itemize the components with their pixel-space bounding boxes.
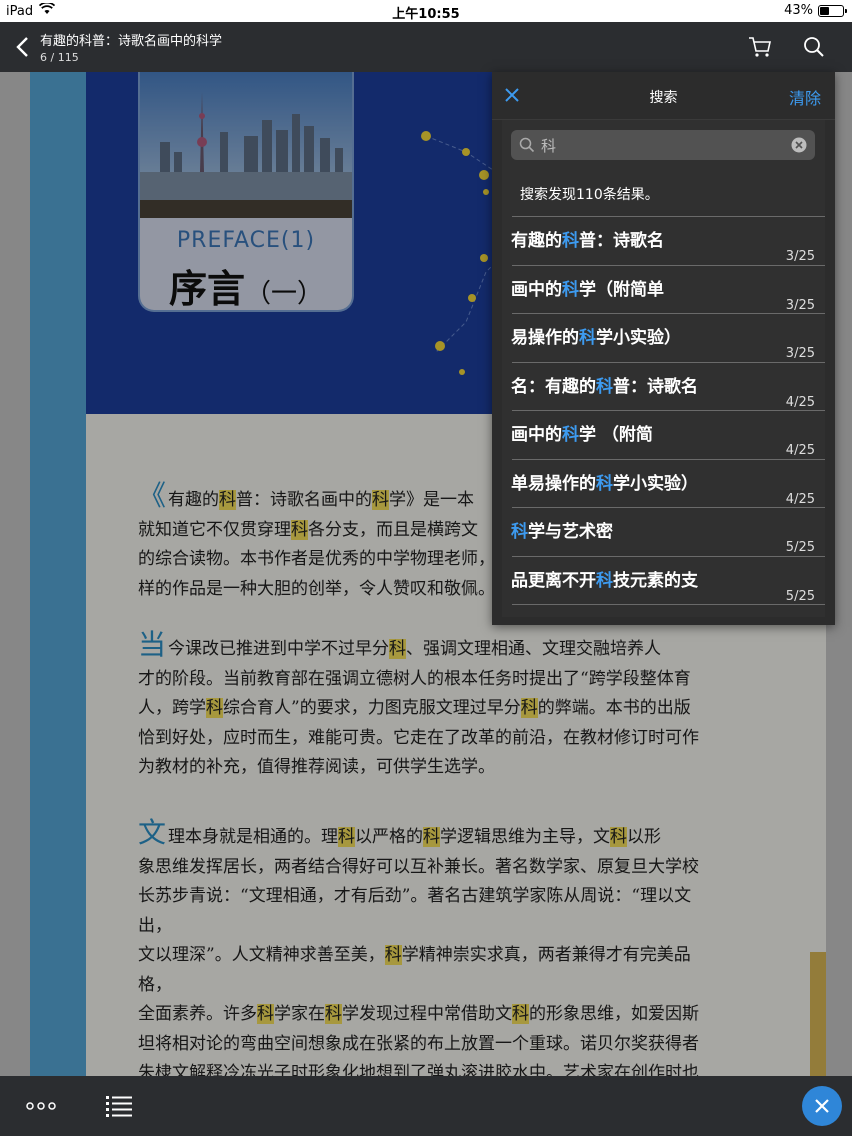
- status-bar: iPad 上午10:55 43%: [0, 0, 852, 22]
- search-input[interactable]: [541, 134, 781, 156]
- close-search-fab[interactable]: [802, 1086, 842, 1126]
- search-result-item[interactable]: 画中的科学 （附简 4/25: [502, 411, 825, 460]
- search-result-page: 4/25: [785, 491, 815, 507]
- page-counter: 6 / 115: [40, 51, 79, 64]
- search-field[interactable]: [511, 130, 815, 160]
- search-result-text: 名：有趣的科普：诗歌名: [511, 376, 698, 397]
- search-result-page: 3/25: [785, 249, 815, 264]
- search-result-item[interactable]: 画中的科学（附简单 3/25: [502, 266, 825, 314]
- search-result-text: 品更离不开科技元素的支: [511, 570, 698, 591]
- search-panel: 搜索 清除 搜索发现110条结果。 有趣的科普：诗歌名3/25画中的科学（附简单…: [492, 72, 835, 625]
- search-result-page: 3/25: [785, 297, 815, 313]
- battery-percent: 43%: [784, 3, 813, 18]
- battery-icon: [818, 4, 847, 17]
- search-icon: [519, 137, 535, 153]
- search-panel-body: 搜索发现110条结果。 有趣的科普：诗歌名3/25画中的科学（附简单3/25易操…: [502, 120, 825, 617]
- search-result-text: 画中的科学（附简单: [511, 279, 664, 300]
- bottom-toolbar: [0, 1076, 852, 1136]
- search-result-page: 5/25: [785, 588, 815, 604]
- search-result-item[interactable]: 易操作的科学小实验） 3/25: [502, 314, 825, 363]
- search-result-item[interactable]: 科学与艺术密 5/25: [502, 508, 825, 557]
- clear-input-icon[interactable]: [791, 137, 807, 153]
- cart-icon[interactable]: [748, 36, 772, 58]
- search-result-text: 单易操作的科学小实验）: [511, 473, 698, 494]
- search-panel-title: 搜索: [649, 90, 678, 106]
- search-icon[interactable]: [803, 36, 825, 58]
- search-result-page: 3/25: [785, 346, 815, 361]
- top-nav: 有趣的科普：诗歌名画中的科学 6 / 115: [0, 22, 852, 72]
- divider: [512, 604, 825, 605]
- search-result-page: 5/25: [785, 540, 815, 555]
- more-icon[interactable]: [26, 1098, 56, 1112]
- search-result-item[interactable]: 单易操作的科学小实验） 4/25: [502, 460, 825, 508]
- search-result-page: 4/25: [785, 443, 815, 458]
- search-result-text: 画中的科学 （附简: [511, 425, 653, 445]
- clear-button[interactable]: 清除: [789, 85, 821, 109]
- result-count: 搜索发现110条结果。: [520, 187, 659, 203]
- search-result-item[interactable]: 品更离不开科技元素的支 5/25: [502, 557, 825, 605]
- search-result-page: 4/25: [785, 394, 815, 410]
- search-result-item[interactable]: 名：有趣的科普：诗歌名 4/25: [502, 363, 825, 411]
- search-result-text: 易操作的科学小实验）: [511, 328, 681, 348]
- clock: 上午10:55: [392, 7, 460, 22]
- search-result-text: 有趣的科普：诗歌名: [511, 231, 664, 251]
- search-result-text: 科学与艺术密: [511, 522, 613, 542]
- book-title: 有趣的科普：诗歌名画中的科学: [40, 34, 223, 49]
- back-chevron-icon[interactable]: [12, 34, 34, 60]
- search-result-item[interactable]: 有趣的科普：诗歌名 3/25: [502, 217, 825, 266]
- toc-icon[interactable]: [106, 1094, 132, 1118]
- search-panel-header: 搜索 清除: [492, 72, 835, 120]
